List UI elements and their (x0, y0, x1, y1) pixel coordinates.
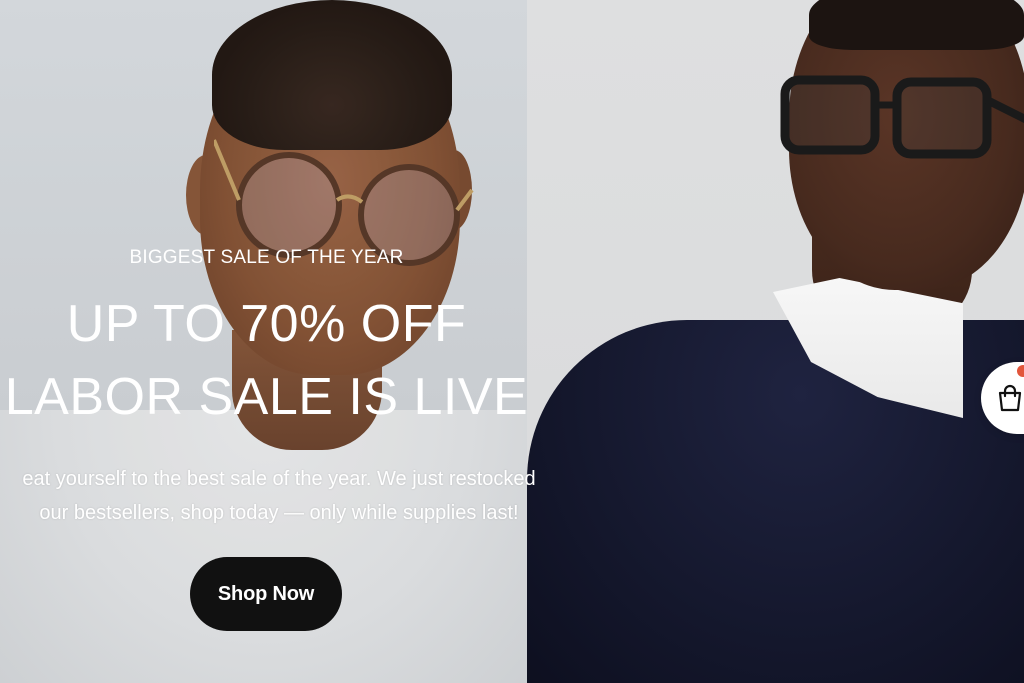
model-hair (809, 0, 1024, 50)
shop-now-button[interactable]: Shop Now (190, 557, 342, 631)
hero-eyebrow: BIGGEST SALE OF THE YEAR (129, 247, 404, 268)
hero-headline-line1: UP TO 70% OFF (66, 295, 467, 353)
hero-subcopy: eat yourself to the best sale of the yea… (0, 462, 569, 530)
square-glasses-illustration (780, 75, 1024, 159)
hero-copy: BIGGEST SALE OF THE YEAR UP TO 70% OFF L… (0, 0, 560, 683)
hero-image-right (527, 0, 1024, 683)
cart-badge (1017, 365, 1024, 377)
hero-subcopy-line2: our bestsellers, shop today — only while… (39, 502, 519, 524)
hero-subcopy-line1: eat yourself to the best sale of the yea… (22, 468, 536, 490)
shopping-bag-icon (998, 384, 1022, 412)
hero-headline-line2: LABOR SALE IS LIVE (4, 368, 529, 426)
